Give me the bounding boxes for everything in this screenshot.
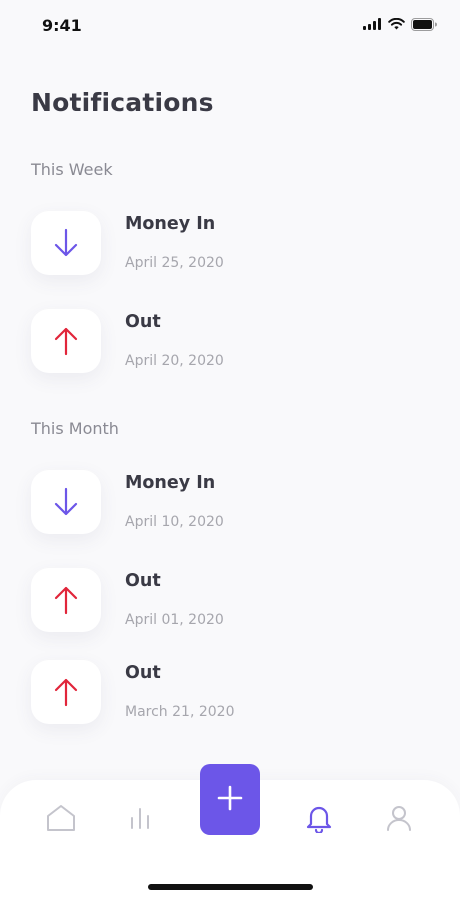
notification-item[interactable]: Money In April 10, 2020 (31, 470, 431, 534)
add-icon (217, 785, 243, 815)
notification-item[interactable]: Money In April 25, 2020 (31, 211, 431, 275)
page-title: Notifications (31, 88, 214, 117)
home-icon (46, 804, 76, 836)
arrow-up-icon (54, 326, 78, 356)
cellular-signal-icon (363, 18, 382, 30)
add-button[interactable] (200, 764, 260, 835)
status-icons (363, 17, 438, 31)
notification-icon-tile (31, 211, 101, 275)
notification-icon-tile (31, 470, 101, 534)
notification-date: April 01, 2020 (125, 612, 224, 628)
notification-item[interactable]: Out April 20, 2020 (31, 309, 431, 373)
nav-profile-button[interactable] (383, 804, 415, 836)
notification-icon-tile (31, 568, 101, 632)
notification-title: Out (125, 312, 161, 332)
notification-date: April 20, 2020 (125, 353, 224, 369)
arrow-down-icon (54, 487, 78, 517)
notification-title: Out (125, 663, 161, 683)
notification-date: April 10, 2020 (125, 514, 224, 530)
stats-icon (128, 806, 152, 834)
notification-icon-tile (31, 660, 101, 724)
arrow-up-icon (54, 585, 78, 615)
notification-title: Money In (125, 214, 216, 234)
notification-icon-tile (31, 309, 101, 373)
nav-home-button[interactable] (45, 804, 77, 836)
arrow-up-icon (54, 677, 78, 707)
notification-title: Out (125, 571, 161, 591)
status-time: 9:41 (42, 16, 82, 35)
nav-notifications-button[interactable] (303, 804, 335, 836)
nav-stats-button[interactable] (124, 804, 156, 836)
notification-title: Money In (125, 473, 216, 493)
status-bar: 9:41 (0, 0, 460, 52)
notification-date: April 25, 2020 (125, 255, 224, 271)
bell-icon (305, 803, 333, 837)
notification-date: March 21, 2020 (125, 704, 235, 720)
section-label-this-week: This Week (31, 160, 113, 179)
wifi-icon (388, 18, 405, 30)
notification-item[interactable]: Out April 01, 2020 (31, 568, 431, 632)
battery-icon (411, 17, 438, 31)
notifications-screen: 9:41 Notifications This Week Money In Ap… (0, 0, 460, 900)
section-label-this-month: This Month (31, 419, 119, 438)
home-indicator[interactable] (148, 884, 313, 890)
profile-icon (385, 804, 413, 836)
arrow-down-icon (54, 228, 78, 258)
notification-item[interactable]: Out March 21, 2020 (31, 660, 431, 724)
